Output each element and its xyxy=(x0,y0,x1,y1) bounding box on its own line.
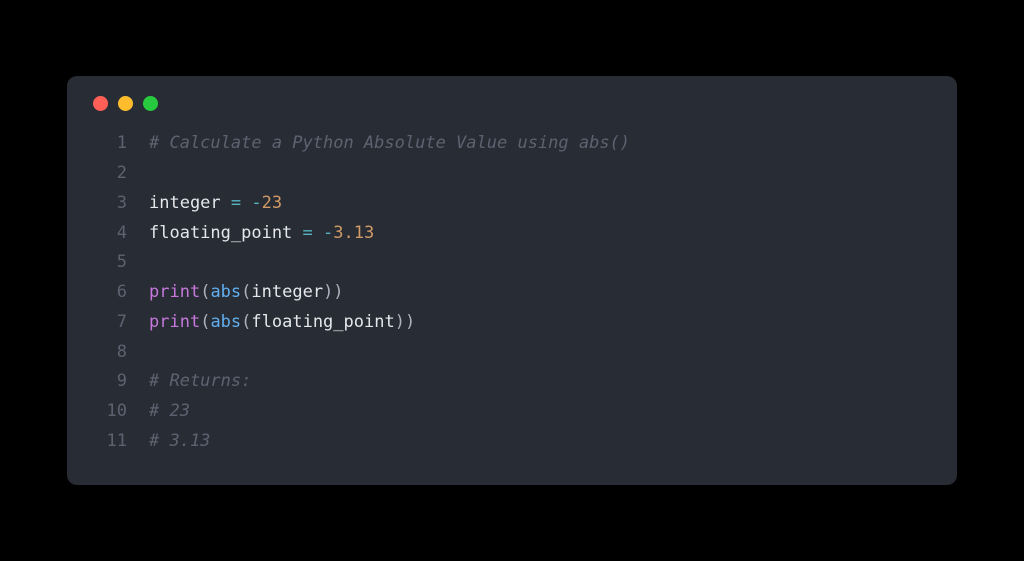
token: print xyxy=(149,282,200,302)
code-line: 3 integer = -23 xyxy=(91,189,933,219)
code-line: 8 xyxy=(91,338,933,368)
token: integer xyxy=(251,282,323,302)
maximize-icon[interactable] xyxy=(143,96,158,111)
token: ( xyxy=(241,312,251,332)
token xyxy=(313,223,323,243)
token xyxy=(241,193,251,213)
code-text: # 3.13 xyxy=(149,427,210,457)
code-text xyxy=(149,248,159,278)
minimize-icon[interactable] xyxy=(118,96,133,111)
line-number: 10 xyxy=(91,397,127,427)
code-text xyxy=(149,159,159,189)
token: - xyxy=(323,223,333,243)
code-line: 7print(abs(floating_point)) xyxy=(91,308,933,338)
code-text: # 23 xyxy=(149,397,190,427)
line-number: 11 xyxy=(91,427,127,457)
token: # Calculate a Python Absolute Value usin… xyxy=(149,133,630,153)
token: 3.13 xyxy=(333,223,374,243)
token: abs xyxy=(210,312,241,332)
code-block: 1 # Calculate a Python Absolute Value usi… xyxy=(91,129,933,456)
line-number: 9 xyxy=(91,367,127,397)
line-number: 7 xyxy=(91,308,127,338)
token: abs xyxy=(210,282,241,302)
code-text: floating_point = -3.13 xyxy=(149,219,374,249)
token: ( xyxy=(241,282,251,302)
close-icon[interactable] xyxy=(93,96,108,111)
code-line: 6print(abs(integer)) xyxy=(91,278,933,308)
code-text xyxy=(149,338,159,368)
code-text: # Returns: xyxy=(149,367,251,397)
token: ( xyxy=(200,282,210,302)
token: print xyxy=(149,312,200,332)
token: ( xyxy=(200,312,210,332)
code-text: integer = -23 xyxy=(149,189,282,219)
line-number: 2 xyxy=(91,159,127,189)
line-number: 6 xyxy=(91,278,127,308)
token: # 23 xyxy=(149,401,190,421)
line-number: 4 xyxy=(91,219,127,249)
code-text: # Calculate a Python Absolute Value usin… xyxy=(149,129,630,159)
token: # Returns: xyxy=(149,371,251,391)
line-number: 5 xyxy=(91,248,127,278)
token: )) xyxy=(395,312,415,332)
code-line: 10 # 23 xyxy=(91,397,933,427)
code-line: 1 # Calculate a Python Absolute Value usi… xyxy=(91,129,933,159)
code-line: 11 # 3.13 xyxy=(91,427,933,457)
token: )) xyxy=(323,282,343,302)
token: = xyxy=(303,223,313,243)
code-text: print(abs(floating_point)) xyxy=(149,308,415,338)
traffic-lights xyxy=(91,96,933,111)
code-line: 9 # Returns: xyxy=(91,367,933,397)
code-window: 1 # Calculate a Python Absolute Value usi… xyxy=(67,76,957,484)
token: floating_point xyxy=(251,312,394,332)
code-text: print(abs(integer)) xyxy=(149,278,344,308)
token: floating_point xyxy=(149,223,303,243)
line-number: 1 xyxy=(91,129,127,159)
code-line: 4 floating_point = -3.13 xyxy=(91,219,933,249)
token: integer xyxy=(149,193,231,213)
code-line: 5 xyxy=(91,248,933,278)
token: 23 xyxy=(262,193,282,213)
line-number: 8 xyxy=(91,338,127,368)
token: - xyxy=(251,193,261,213)
token: = xyxy=(231,193,241,213)
line-number: 3 xyxy=(91,189,127,219)
code-line: 2 xyxy=(91,159,933,189)
token: # 3.13 xyxy=(149,431,210,451)
